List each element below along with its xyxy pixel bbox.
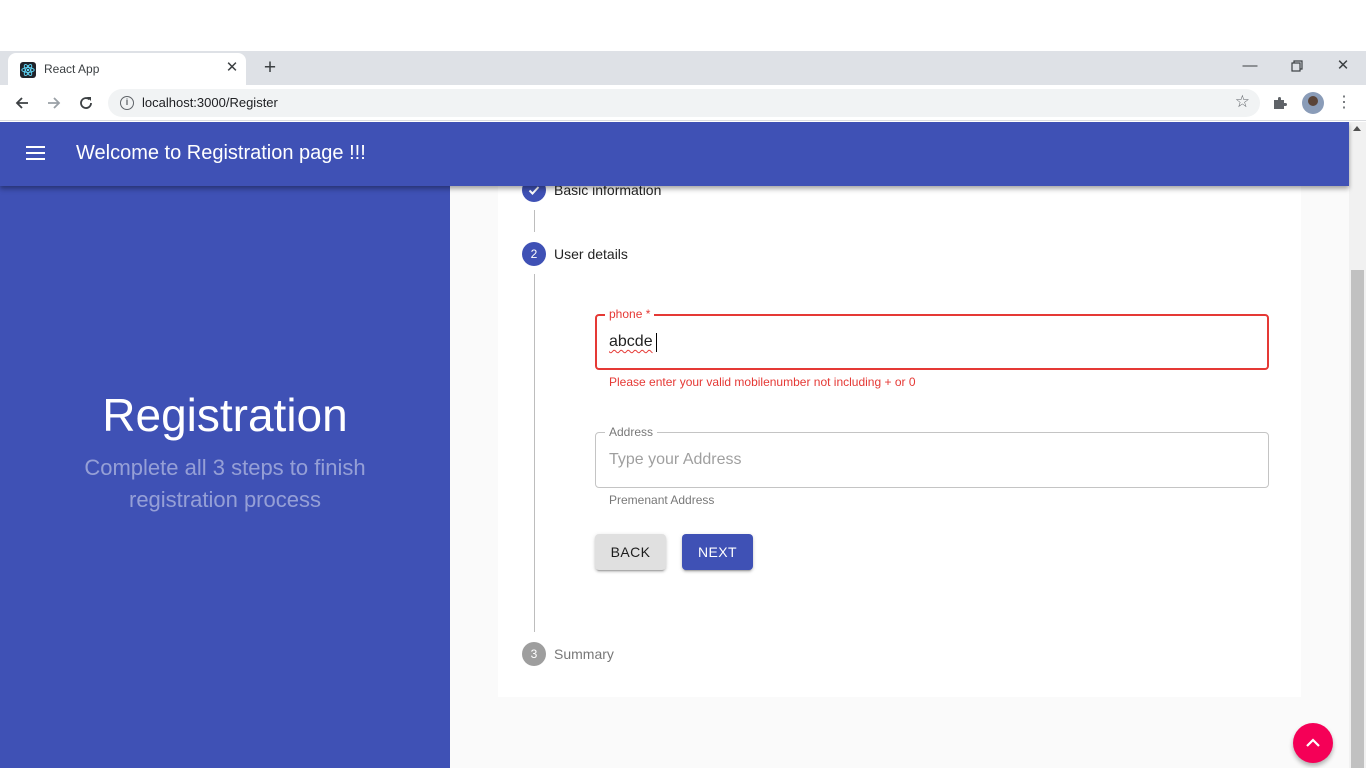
- bookmark-star-icon[interactable]: ☆: [1235, 92, 1250, 112]
- browser-tab-strip: React App ✕ + — ✕: [0, 51, 1366, 85]
- page-scrollbar[interactable]: [1349, 122, 1366, 768]
- profile-avatar[interactable]: [1302, 92, 1324, 114]
- address-bar[interactable]: i localhost:3000/Register ☆: [108, 89, 1260, 117]
- step-label-summary: Summary: [554, 646, 614, 662]
- address-label: Address: [605, 425, 658, 439]
- browser-toolbar: i localhost:3000/Register ☆ ⋮: [0, 85, 1366, 121]
- step-icon-3: 3: [522, 642, 546, 666]
- step-connector: [534, 210, 535, 232]
- screen-top-margin: [0, 0, 1366, 51]
- step-label-user-details: User details: [554, 246, 628, 262]
- back-arrow-icon[interactable]: [10, 91, 34, 115]
- page-viewport: Registration Complete all 3 steps to fin…: [0, 122, 1366, 768]
- browser-tab[interactable]: React App ✕: [8, 53, 246, 85]
- react-favicon-icon: [20, 62, 36, 78]
- step-content-line: [534, 274, 535, 632]
- forward-arrow-icon[interactable]: [42, 91, 66, 115]
- scroll-to-top-button[interactable]: [1293, 723, 1333, 763]
- back-button[interactable]: BACK: [595, 534, 666, 570]
- phone-error-text: Please enter your valid mobilenumber not…: [609, 375, 916, 389]
- reload-icon[interactable]: [74, 91, 98, 115]
- extensions-puzzle-icon[interactable]: [1270, 91, 1290, 115]
- minimize-icon[interactable]: —: [1238, 54, 1262, 78]
- new-tab-icon[interactable]: +: [258, 56, 282, 80]
- restore-icon[interactable]: [1285, 54, 1309, 78]
- registration-subtitle: Complete all 3 steps to finish registrat…: [84, 455, 366, 512]
- phone-label: phone *: [605, 307, 655, 321]
- phone-input-value: abcde: [609, 333, 653, 350]
- site-info-icon[interactable]: i: [120, 96, 134, 110]
- phone-input[interactable]: abcde: [595, 314, 1269, 370]
- app-title: Welcome to Registration page !!!: [76, 142, 366, 164]
- address-placeholder: Type your Address: [609, 451, 742, 468]
- scroll-up-arrow-icon[interactable]: [1353, 126, 1361, 131]
- address-input[interactable]: Type your Address: [595, 432, 1269, 488]
- tab-title: React App: [44, 62, 100, 76]
- menu-icon[interactable]: [26, 146, 46, 162]
- left-panel: Registration Complete all 3 steps to fin…: [0, 122, 450, 768]
- text-caret: [656, 333, 657, 352]
- url-text: localhost:3000/Register: [142, 95, 278, 110]
- app-bar: Welcome to Registration page !!!: [0, 122, 1349, 186]
- address-helper-text: Premenant Address: [609, 493, 715, 507]
- browser-menu-icon[interactable]: ⋮: [1334, 91, 1354, 115]
- scrollbar-thumb[interactable]: [1351, 270, 1364, 768]
- step-icon-2: 2: [522, 242, 546, 266]
- tab-close-icon[interactable]: ✕: [224, 59, 240, 77]
- arrow-up-icon: [1306, 738, 1320, 747]
- registration-heading: Registration: [102, 389, 348, 441]
- next-button[interactable]: NEXT: [682, 534, 753, 570]
- window-close-icon[interactable]: ✕: [1331, 54, 1355, 78]
